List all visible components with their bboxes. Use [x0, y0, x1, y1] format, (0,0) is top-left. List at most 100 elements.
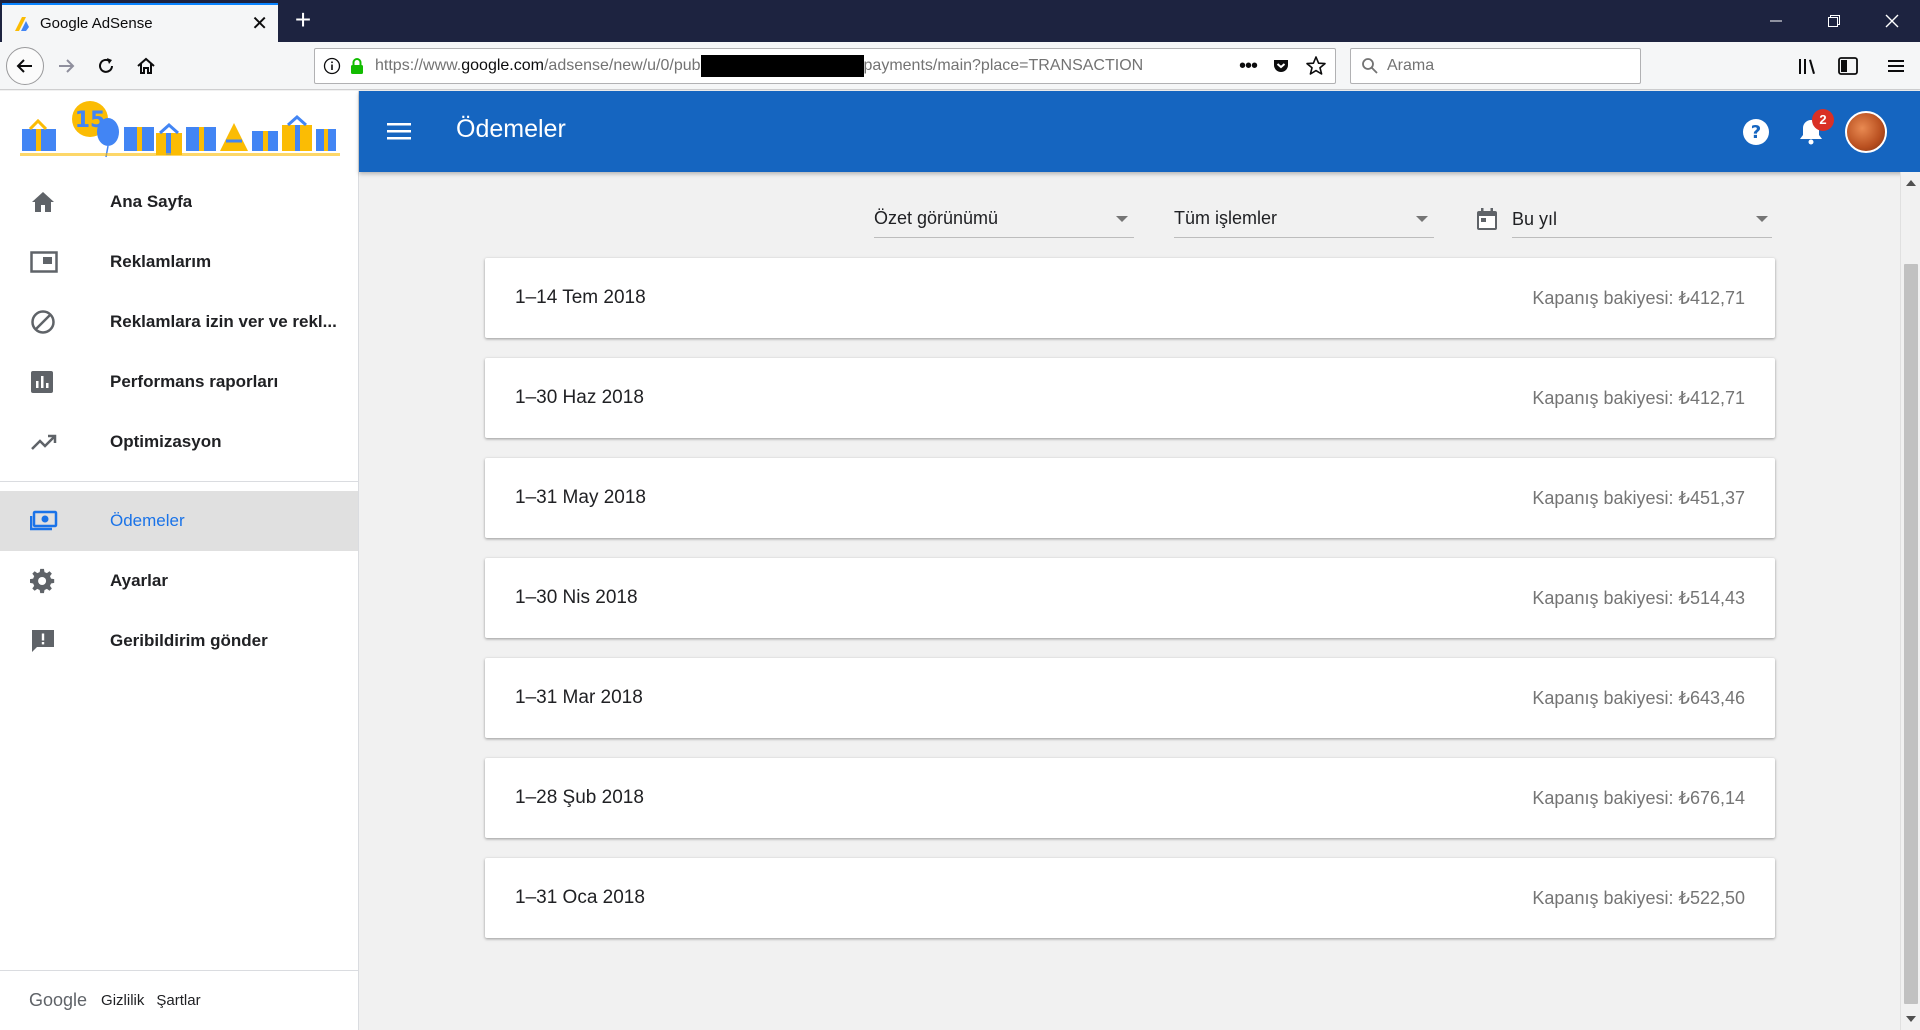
date-range-value: Bu yıl [1512, 200, 1772, 238]
search-icon [1362, 58, 1378, 74]
statement-period: 1–14 Tem 2018 [515, 287, 646, 308]
statement-period: 1–31 May 2018 [515, 487, 646, 508]
tab-title: Google AdSense [40, 15, 153, 32]
sidebar-item-my-ads[interactable]: Reklamlarım [0, 232, 358, 292]
url-bar[interactable]: https://www.google.com/adsense/new/u/0/p… [314, 48, 1336, 84]
sidebar-icon [1838, 57, 1858, 75]
closing-balance: Kapanış bakiyesi: ₺412,71 [1532, 287, 1745, 308]
nav-divider [0, 481, 358, 482]
url-text: https://www.google.com/adsense/new/u/0/p… [375, 55, 1231, 77]
home-button[interactable] [130, 50, 162, 82]
help-icon[interactable]: ? [1741, 117, 1771, 147]
statement-card[interactable]: 1–30 Nis 2018 Kapanış bakiyesi: ₺514,43 [485, 558, 1775, 638]
view-mode-dropdown[interactable]: Özet görünümü [874, 200, 1134, 238]
anniversary-gifts-logo-icon: 15 [20, 100, 340, 157]
sidebar-item-performance-reports[interactable]: Performans raporları [0, 352, 358, 412]
page-title: Ödemeler [456, 115, 566, 143]
sidebar-item-payments[interactable]: Ödemeler [0, 491, 358, 551]
adsense-anniversary-logo[interactable]: 15 [0, 91, 358, 172]
sidebar-toggle-button[interactable] [1832, 50, 1864, 82]
info-icon[interactable] [323, 57, 341, 75]
restore-window-button[interactable] [1810, 0, 1858, 42]
reload-icon [99, 58, 113, 73]
view-mode-value: Özet görünümü [874, 208, 999, 228]
menu-icon[interactable] [385, 117, 413, 145]
statement-card[interactable]: 1–30 Haz 2018 Kapanış bakiyesi: ₺412,71 [485, 358, 1775, 438]
date-range-dropdown[interactable]: Bu yıl [1476, 200, 1774, 238]
statement-card[interactable]: 1–31 May 2018 Kapanış bakiyesi: ₺451,37 [485, 458, 1775, 538]
browser-toolbar: https://www.google.com/adsense/new/u/0/p… [0, 42, 1920, 90]
terms-link[interactable]: Şartlar [156, 992, 200, 1009]
close-icon [1885, 14, 1899, 28]
arrow-right-icon [59, 59, 75, 73]
sidebar-item-label: Geribildirim gönder [110, 631, 268, 650]
statement-card[interactable]: 1–31 Oca 2018 Kapanış bakiyesi: ₺522,50 [485, 858, 1775, 938]
sidebar-item-label: Ayarlar [110, 571, 168, 590]
pocket-icon[interactable] [1271, 56, 1291, 76]
statements-list: 1–14 Tem 2018 Kapanış bakiyesi: ₺412,71 … [485, 258, 1775, 958]
page-actions-icon[interactable]: ••• [1239, 55, 1258, 78]
app-header: Ödemeler ? 2 [359, 91, 1920, 172]
close-tab-icon[interactable]: ✕ [251, 14, 268, 34]
library-icon [1799, 59, 1815, 74]
sidebar-item-settings[interactable]: Ayarlar [0, 551, 358, 611]
statement-card[interactable]: 1–28 Şub 2018 Kapanış bakiyesi: ₺676,14 [485, 758, 1775, 838]
statement-period: 1–28 Şub 2018 [515, 787, 644, 808]
lock-icon [351, 58, 363, 74]
calendar-icon [1477, 208, 1497, 230]
avatar[interactable] [1845, 111, 1887, 153]
library-button[interactable] [1792, 50, 1824, 82]
sidebar-item-send-feedback[interactable]: Geribildirim gönder [0, 611, 358, 671]
sidebar-item-label: Optimizasyon [110, 432, 222, 451]
block-icon [0, 309, 110, 335]
forward-button[interactable] [50, 50, 82, 82]
page-scrollbar[interactable] [1900, 172, 1920, 1030]
transaction-type-dropdown[interactable]: Tüm işlemler [1174, 200, 1434, 238]
open-menu-button[interactable] [1880, 50, 1912, 82]
sidebar-item-label: Reklamlara izin ver ve rekl... [110, 312, 337, 331]
payments-icon [0, 510, 110, 532]
closing-balance: Kapanış bakiyesi: ₺412,71 [1532, 387, 1745, 408]
closing-balance: Kapanış bakiyesi: ₺514,43 [1532, 587, 1745, 608]
star-icon[interactable] [1305, 55, 1327, 77]
feedback-icon [0, 628, 110, 654]
sidebar-item-label: Performans raporları [110, 372, 279, 391]
sidebar-item-label: Reklamlarım [110, 252, 212, 271]
statement-card[interactable]: 1–31 Mar 2018 Kapanış bakiyesi: ₺643,46 [485, 658, 1775, 738]
browser-titlebar: Google AdSense ✕ + [0, 0, 1920, 42]
ad-unit-icon [0, 250, 110, 274]
chevron-down-icon [1756, 216, 1768, 222]
scroll-down-arrow-icon[interactable] [1906, 1016, 1916, 1022]
statement-period: 1–30 Nis 2018 [515, 587, 638, 608]
svg-text:?: ? [1751, 122, 1761, 143]
sidebar-nav: Ana Sayfa Reklamlarım Reklamlara izin ve… [0, 172, 358, 671]
sidebar-item-optimization[interactable]: Optimizasyon [0, 412, 358, 472]
browser-tab[interactable]: Google AdSense ✕ [2, 3, 278, 42]
sidebar-item-allow-block-ads[interactable]: Reklamlara izin ver ve rekl... [0, 292, 358, 352]
hamburger-menu-icon [1888, 60, 1904, 72]
statement-period: 1–31 Oca 2018 [515, 887, 645, 908]
arrow-left-icon [16, 59, 32, 73]
minimize-window-button[interactable] [1752, 0, 1800, 42]
scroll-up-arrow-icon[interactable] [1906, 180, 1916, 186]
privacy-link[interactable]: Gizlilik [101, 992, 144, 1009]
chevron-down-icon [1416, 216, 1428, 222]
sidebar-item-label: Ödemeler [110, 511, 185, 530]
restore-icon [1828, 15, 1840, 27]
minimize-icon [1770, 20, 1782, 22]
closing-balance: Kapanış bakiyesi: ₺643,46 [1532, 687, 1745, 708]
back-button[interactable] [6, 47, 44, 85]
reload-button[interactable] [90, 50, 122, 82]
new-tab-button[interactable]: + [288, 6, 318, 36]
google-wordmark: Google [29, 990, 88, 1010]
closing-balance: Kapanış bakiyesi: ₺676,14 [1532, 787, 1745, 808]
search-input[interactable] [1387, 57, 1627, 75]
adsense-favicon-icon [15, 16, 29, 31]
statement-card[interactable]: 1–14 Tem 2018 Kapanış bakiyesi: ₺412,71 [485, 258, 1775, 338]
sidebar-footer: Google Gizlilik Şartlar [0, 970, 358, 1030]
search-bar[interactable] [1350, 48, 1641, 84]
scrollbar-thumb[interactable] [1904, 264, 1918, 1004]
notification-count-badge: 2 [1812, 109, 1834, 131]
close-window-button[interactable] [1868, 0, 1916, 42]
statement-period: 1–31 Mar 2018 [515, 687, 643, 708]
